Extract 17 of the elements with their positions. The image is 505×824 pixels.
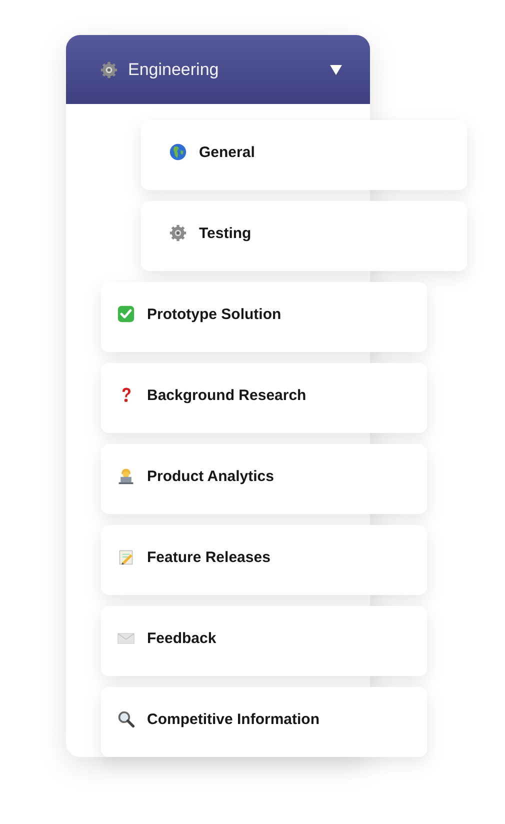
page-item[interactable]: Background Research [101,363,427,433]
page-item[interactable]: Prototype Solution [101,282,427,352]
globe-icon [169,143,187,161]
page-item[interactable]: Competitive Information [101,687,427,757]
notepad-pencil-icon [117,548,135,566]
page-item[interactable]: Product Analytics [101,444,427,514]
check-icon [117,305,135,323]
search-icon [117,710,135,728]
page-item[interactable]: Feature Releases [101,525,427,595]
page-item[interactable]: Feedback [101,606,427,676]
person-laptop-icon [117,467,135,485]
page-item[interactable]: General [141,120,467,190]
gear-icon [169,224,187,242]
caret-icon [330,64,342,74]
section-header[interactable]: Engineering [66,35,370,104]
gear-icon [100,60,118,78]
page-item[interactable]: Testing [141,201,467,271]
